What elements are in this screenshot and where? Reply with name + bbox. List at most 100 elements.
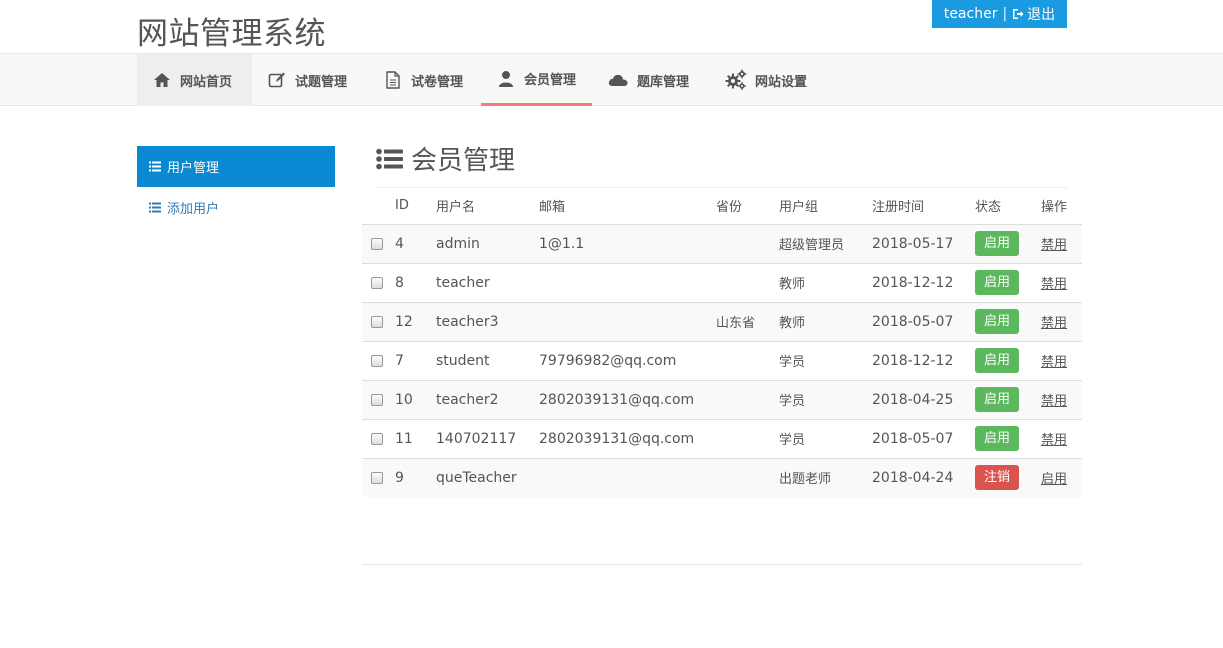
table-row: 9 queTeacher 出题老师 2018-04-24 注销 启用 xyxy=(362,458,1082,497)
cell-register-date: 2018-05-07 xyxy=(872,419,975,459)
header-group: 用户组 xyxy=(779,188,872,225)
row-checkbox[interactable] xyxy=(371,471,383,484)
nav-item-questions[interactable]: 试题管理 xyxy=(252,54,362,106)
row-checkbox[interactable] xyxy=(371,432,383,445)
cell-username: 140702117 xyxy=(436,419,539,459)
table-row: 8 teacher 教师 2018-12-12 启用 禁用 xyxy=(362,263,1082,303)
cell-status: 启用 xyxy=(975,263,1041,303)
file-icon xyxy=(386,71,400,89)
nav-label: 题库管理 xyxy=(637,74,690,90)
table-row: 10 teacher2 2802039131@qq.com 学员 2018-04-25 启… xyxy=(362,380,1082,420)
toggle-status-link[interactable]: 禁用 xyxy=(1041,433,1067,448)
cell-action: 禁用 xyxy=(1041,419,1082,459)
cell-province xyxy=(716,380,779,420)
cell-status: 注销 xyxy=(975,458,1041,497)
cell-id: 9 xyxy=(395,469,404,486)
page-title: 会员管理 xyxy=(411,146,516,176)
toggle-status-link[interactable]: 禁用 xyxy=(1041,316,1067,331)
toggle-status-link[interactable]: 禁用 xyxy=(1041,238,1067,253)
table-header-row: ID 用户名 邮箱 省份 用户组 注册时间 状态 操作 xyxy=(362,188,1082,225)
cell-group: 超级管理员 xyxy=(779,224,872,264)
cell-email xyxy=(539,263,716,303)
sidebar: 用户管理 添加用户 xyxy=(137,146,335,227)
user-separator: | xyxy=(1002,6,1008,22)
cell-email: 79796982@qq.com xyxy=(539,341,716,381)
cell-username: teacher xyxy=(436,263,539,303)
status-badge: 启用 xyxy=(975,309,1019,334)
cell-province xyxy=(716,341,779,381)
cell-status: 启用 xyxy=(975,224,1041,264)
toggle-status-link[interactable]: 禁用 xyxy=(1041,355,1067,370)
cell-register-date: 2018-05-07 xyxy=(872,302,975,342)
sidebar-item-user-management[interactable]: 用户管理 xyxy=(137,146,335,187)
logout-button[interactable]: 退出 xyxy=(1012,4,1055,24)
cell-username: student xyxy=(436,341,539,381)
list-icon xyxy=(149,161,161,172)
cell-email xyxy=(539,458,716,497)
cell-group: 出题老师 xyxy=(779,472,832,488)
toggle-status-link[interactable]: 禁用 xyxy=(1041,394,1067,409)
status-badge: 启用 xyxy=(975,231,1019,256)
row-select-cell xyxy=(362,380,395,420)
header-province: 省份 xyxy=(716,188,779,225)
table-row: 4 admin 1@1.1 超级管理员 2018-05-17 启用 禁用 xyxy=(362,224,1082,264)
row-select-cell xyxy=(362,302,395,342)
sidebar-item-label: 用户管理 xyxy=(167,161,220,176)
header-action: 操作 xyxy=(1041,188,1082,225)
cell-group: 学员 xyxy=(779,380,872,420)
cell-group: 学员 xyxy=(779,341,872,381)
nav-item-members[interactable]: 会员管理 xyxy=(481,54,592,106)
row-select-cell xyxy=(362,224,395,264)
cell-id: 8 xyxy=(395,263,436,303)
toggle-status-link[interactable]: 禁用 xyxy=(1041,277,1067,292)
row-checkbox[interactable] xyxy=(371,276,383,289)
row-checkbox[interactable] xyxy=(371,237,383,250)
cell-register-date: 2018-05-17 xyxy=(872,224,975,264)
nav-label: 网站设置 xyxy=(755,74,808,90)
cell-status: 启用 xyxy=(975,302,1041,342)
cell-id: 10 xyxy=(395,380,436,420)
list-icon xyxy=(149,202,161,212)
cell-status: 启用 xyxy=(975,380,1041,420)
row-checkbox[interactable] xyxy=(371,315,383,328)
toggle-status-link[interactable]: 启用 xyxy=(1041,472,1067,487)
logout-label: 退出 xyxy=(1027,7,1056,23)
nav-item-bank[interactable]: 题库管理 xyxy=(592,54,704,106)
status-badge: 启用 xyxy=(975,387,1019,412)
row-select-cell xyxy=(362,341,395,381)
row-select-cell xyxy=(362,263,395,303)
cell-status: 启用 xyxy=(975,419,1041,459)
header-select xyxy=(362,188,395,225)
nav-item-settings[interactable]: 网站设置 xyxy=(710,54,822,106)
header-username: 用户名 xyxy=(436,188,539,225)
nav-item-papers[interactable]: 试卷管理 xyxy=(368,54,478,106)
status-badge: 启用 xyxy=(975,270,1019,295)
cell-username: admin xyxy=(436,224,539,264)
header-register-date: 注册时间 xyxy=(872,188,975,225)
table-row: 12 teacher3 山东省 教师 2018-05-07 启用 禁用 xyxy=(362,302,1082,342)
cell-register-date: 2018-04-24 xyxy=(872,469,954,486)
cell-id: 4 xyxy=(395,224,436,264)
cell-email: 1@1.1 xyxy=(539,224,716,264)
cell-province: 山东省 xyxy=(716,302,779,342)
page-heading: 会员管理 xyxy=(376,140,515,177)
cell-register-date: 2018-12-12 xyxy=(872,341,975,381)
cell-id: 11 xyxy=(395,419,436,459)
sidebar-item-label: 添加用户 xyxy=(167,201,220,217)
edit-icon xyxy=(268,72,285,88)
table-row: 7 student 79796982@qq.com 学员 2018-12-12 启用 禁用 xyxy=(362,341,1082,381)
user-icon xyxy=(499,70,513,87)
cell-email: 2802039131@qq.com xyxy=(539,419,716,459)
nav-item-home[interactable]: 网站首页 xyxy=(137,54,252,106)
cell-action: 禁用 xyxy=(1041,263,1082,303)
nav-label: 会员管理 xyxy=(524,73,577,88)
cell-id: 12 xyxy=(395,302,436,342)
cell-email xyxy=(539,302,716,342)
username-link[interactable]: teacher xyxy=(944,6,998,22)
row-checkbox[interactable] xyxy=(371,354,383,367)
header-status: 状态 xyxy=(975,188,1041,225)
status-badge: 启用 xyxy=(975,348,1019,373)
row-checkbox[interactable] xyxy=(371,393,383,406)
cell-action: 启用 xyxy=(1041,458,1082,497)
sidebar-item-add-user[interactable]: 添加用户 xyxy=(137,187,335,227)
